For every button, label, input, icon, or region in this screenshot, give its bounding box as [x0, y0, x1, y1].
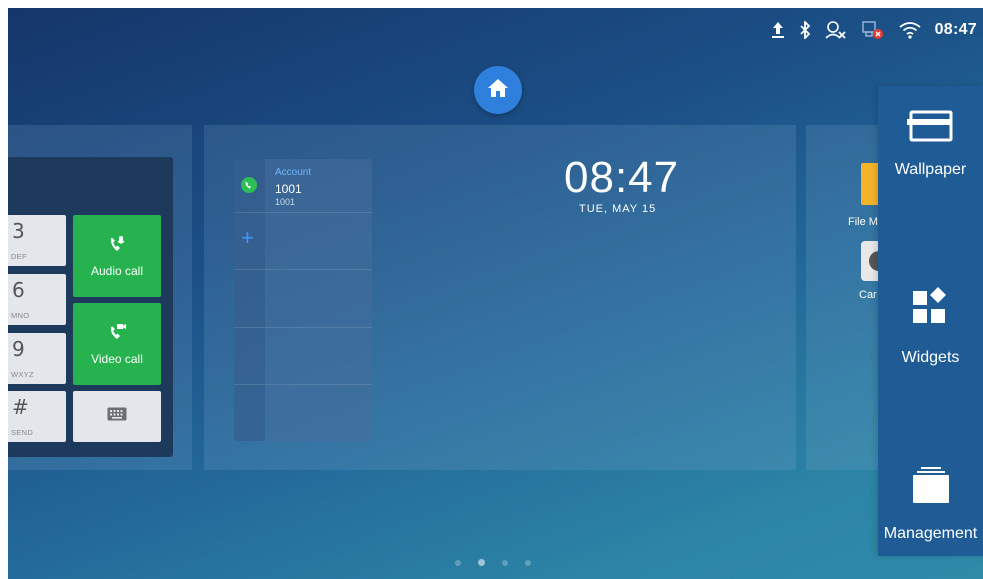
- menu-item-label: Management: [883, 525, 978, 542]
- home-icon: [486, 77, 510, 104]
- divider: [234, 269, 372, 270]
- menu-item-management[interactable]: Management: [878, 466, 983, 543]
- wallpaper-icon: [906, 110, 955, 147]
- management-icon: [911, 466, 951, 511]
- menu-item-wallpaper[interactable]: Wallpaper: [878, 110, 983, 179]
- key-digit: 3: [12, 219, 25, 243]
- app-label: Car: [859, 289, 877, 301]
- key-letters: WXYZ: [11, 370, 34, 379]
- home-edit-menu: Wallpaper Widgets Management: [878, 86, 983, 556]
- network-error-icon: [861, 20, 885, 40]
- key-letters: MNO: [11, 311, 30, 320]
- home-screen: 08:47 3 DEF 6 MNO 9 WXYZ # SEND Audio ca…: [8, 8, 983, 579]
- dial-key-9[interactable]: 9 WXYZ: [8, 333, 66, 384]
- keyboard-icon: [107, 407, 127, 426]
- bluetooth-icon: [799, 21, 811, 39]
- key-letters: SEND: [11, 428, 34, 437]
- key-digit: #: [12, 395, 29, 419]
- keyboard-toggle-button[interactable]: [73, 391, 161, 442]
- page-indicator: [455, 559, 531, 566]
- audio-call-label: Audio call: [90, 263, 144, 278]
- upload-icon: [771, 21, 785, 39]
- audio-call-icon: [108, 235, 126, 256]
- page-preview-left[interactable]: 3 DEF 6 MNO 9 WXYZ # SEND Audio call Vid…: [8, 125, 192, 470]
- divider: [234, 212, 372, 213]
- menu-item-label: Widgets: [901, 349, 960, 366]
- phone-icon: [241, 177, 257, 193]
- add-account-icon[interactable]: +: [241, 227, 254, 249]
- widgets-icon: [911, 286, 951, 331]
- page-dot[interactable]: [525, 559, 531, 566]
- clock-widget-time: 08:47: [564, 153, 680, 202]
- video-call-icon: [108, 323, 126, 344]
- account-sub-number: 1001: [275, 197, 296, 207]
- key-letters: DEF: [11, 252, 27, 261]
- dialer-widget: 3 DEF 6 MNO 9 WXYZ # SEND Audio call Vid…: [8, 157, 173, 457]
- account-label: Account: [275, 167, 312, 178]
- status-bar: 08:47: [771, 18, 977, 42]
- clock-widget-date: TUE, MAY 15: [579, 203, 657, 215]
- video-call-button[interactable]: Video call: [73, 303, 161, 385]
- key-digit: 6: [12, 278, 25, 302]
- menu-item-widgets[interactable]: Widgets: [878, 286, 983, 367]
- page-dot[interactable]: [502, 559, 508, 566]
- page-dot-active[interactable]: [478, 559, 485, 566]
- page-dot[interactable]: [455, 559, 461, 566]
- account-widget[interactable]: Account 1001 1001 +: [234, 159, 372, 441]
- divider: [234, 327, 372, 328]
- divider: [234, 384, 372, 385]
- wifi-icon: [899, 21, 921, 39]
- key-digit: 9: [12, 337, 25, 361]
- page-preview-center[interactable]: Account 1001 1001 + 08:47 TUE, MAY 15: [204, 125, 796, 470]
- user-off-icon: [825, 20, 847, 40]
- account-strip: [234, 159, 265, 441]
- home-button[interactable]: [474, 66, 522, 114]
- video-call-label: Video call: [91, 351, 143, 366]
- dial-key-hash[interactable]: # SEND: [8, 391, 66, 442]
- audio-call-button[interactable]: Audio call: [73, 215, 161, 297]
- status-time: 08:47: [934, 21, 977, 38]
- app-label: File M: [848, 216, 878, 228]
- account-number: 1001: [275, 182, 302, 196]
- dial-key-6[interactable]: 6 MNO: [8, 274, 66, 325]
- menu-item-label: Wallpaper: [894, 161, 967, 178]
- dial-key-3[interactable]: 3 DEF: [8, 215, 66, 266]
